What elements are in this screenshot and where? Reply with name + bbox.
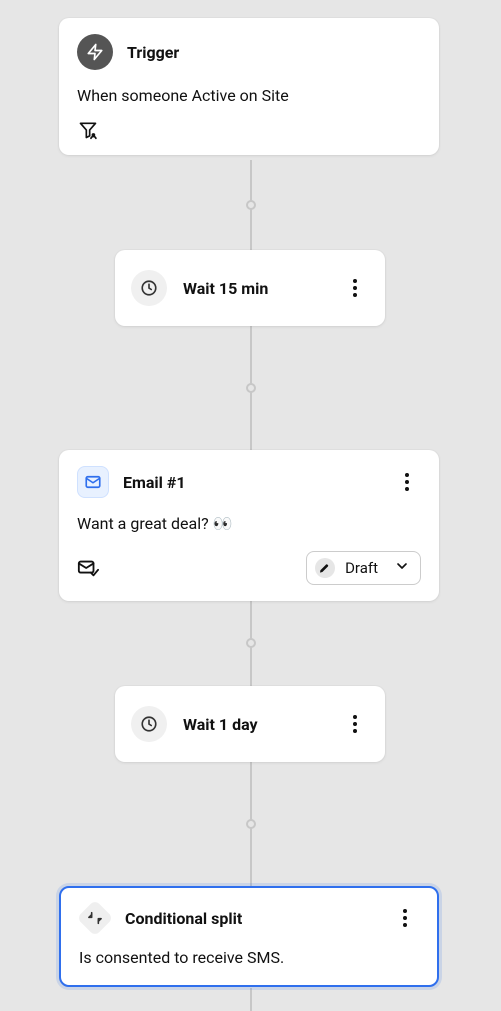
pencil-circle-icon bbox=[315, 558, 335, 578]
more-vertical-icon bbox=[405, 473, 409, 491]
clock-icon bbox=[131, 706, 167, 742]
split-title: Conditional split bbox=[125, 909, 377, 928]
wait-1-menu-button[interactable] bbox=[341, 274, 369, 302]
email-check-icon bbox=[77, 557, 99, 579]
mail-icon bbox=[77, 466, 109, 498]
wait-label: Wait 1 day bbox=[183, 715, 325, 734]
chevron-down-icon bbox=[394, 558, 410, 578]
more-vertical-icon bbox=[353, 279, 357, 297]
connector-joint bbox=[246, 383, 256, 393]
email-status-select[interactable]: Draft bbox=[306, 551, 421, 585]
trigger-title: Trigger bbox=[127, 43, 179, 62]
split-description: Is consented to receive SMS. bbox=[79, 948, 419, 967]
filter-profile-icon bbox=[77, 119, 99, 141]
email-status-label: Draft bbox=[345, 559, 378, 577]
conditional-split-card[interactable]: Conditional split Is consented to receiv… bbox=[59, 886, 439, 987]
clock-icon bbox=[131, 270, 167, 306]
wait-card-1[interactable]: Wait 15 min bbox=[115, 250, 385, 326]
trigger-description: When someone Active on Site bbox=[77, 86, 421, 105]
email-title: Email #1 bbox=[123, 473, 379, 492]
split-menu-button[interactable] bbox=[391, 904, 419, 932]
split-icon bbox=[79, 902, 111, 934]
connector-joint bbox=[246, 200, 256, 210]
connector-line bbox=[250, 988, 252, 1011]
email-1-menu-button[interactable] bbox=[393, 468, 421, 496]
email-subject: Want a great deal? 👀 bbox=[77, 514, 421, 533]
connector-joint bbox=[246, 638, 256, 648]
wait-label: Wait 15 min bbox=[183, 279, 325, 298]
connector-joint bbox=[246, 819, 256, 829]
trigger-card[interactable]: Trigger When someone Active on Site bbox=[59, 18, 439, 155]
more-vertical-icon bbox=[403, 909, 407, 927]
email-card-1[interactable]: Email #1 Want a great deal? 👀 Draft bbox=[59, 450, 439, 601]
lightning-icon bbox=[77, 34, 113, 70]
wait-2-menu-button[interactable] bbox=[341, 710, 369, 738]
more-vertical-icon bbox=[353, 715, 357, 733]
wait-card-2[interactable]: Wait 1 day bbox=[115, 686, 385, 762]
